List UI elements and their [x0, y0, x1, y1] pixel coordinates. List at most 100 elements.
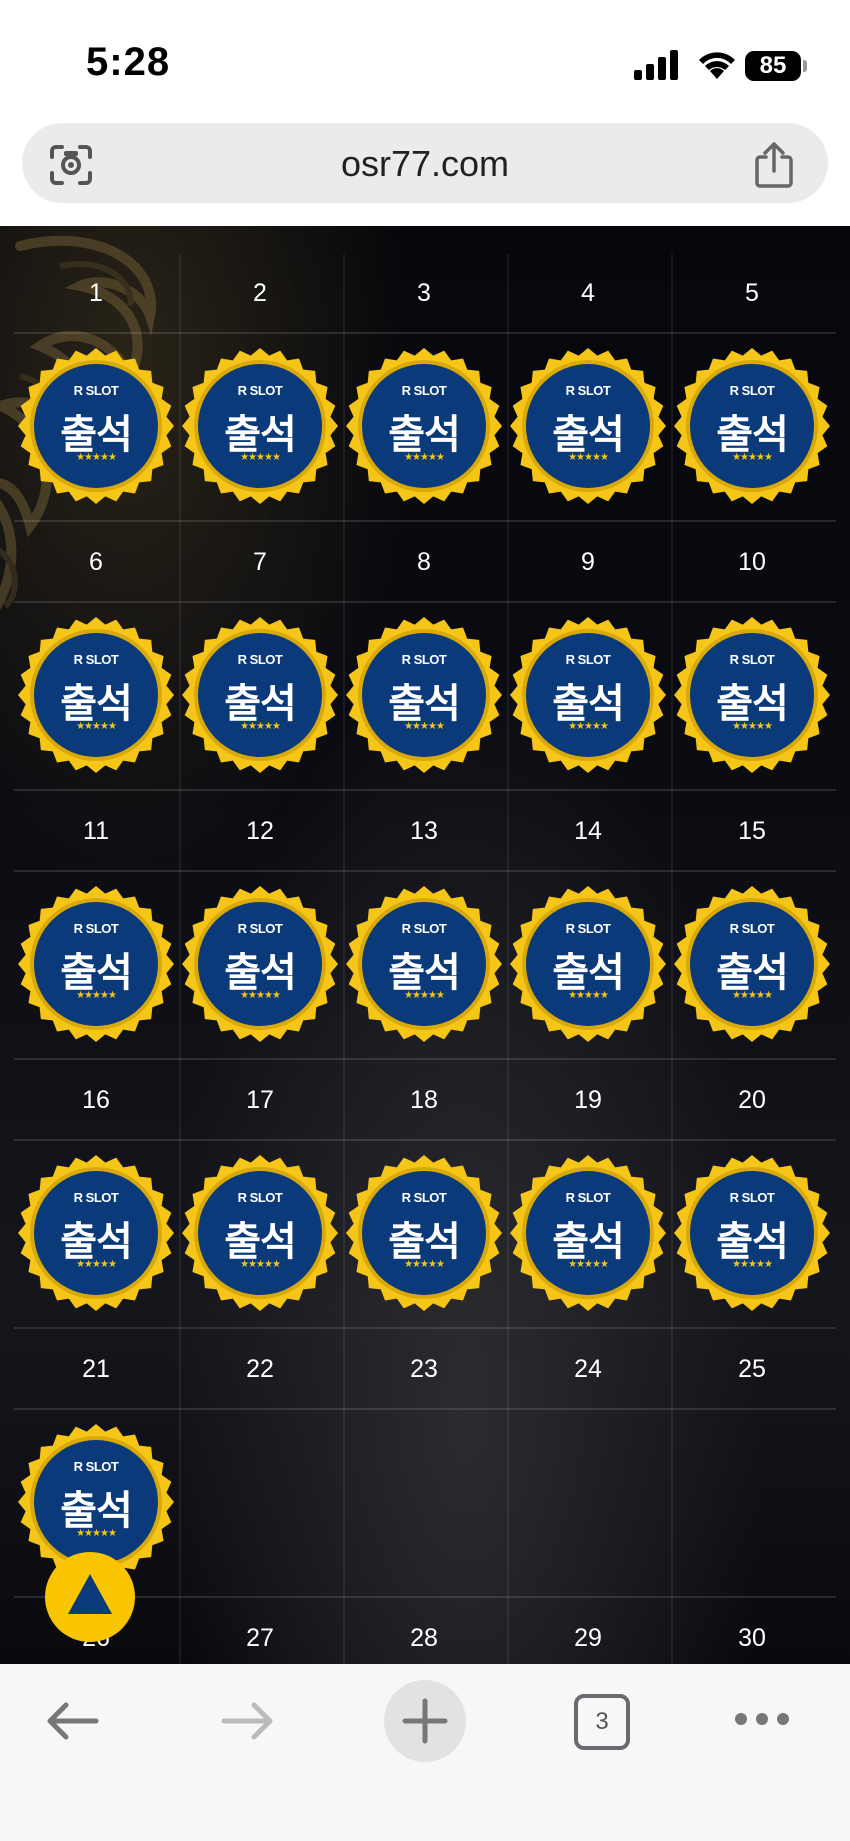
stamp-brand: R SLOT — [401, 383, 447, 398]
calendar-day-number: 28 — [410, 1624, 438, 1652]
stamp-brand: R SLOT — [73, 1190, 119, 1205]
calendar-week: 6 R SLOT 출석 ★★★★★ 7 R SLOT 출석 ★★★★★ 8 R SLOT 출석 ★★★… — [14, 523, 836, 792]
attendance-stamp: R SLOT 출석 ★★★★★ — [672, 615, 832, 775]
attendance-stamp: R SLOT 출석 ★★★★★ — [508, 615, 668, 775]
attendance-stamp: R SLOT 출석 ★★★★★ — [344, 615, 504, 775]
calendar-week: 1 R SLOT 출석 ★★★★★ 2 R SLOT 출석 ★★★★★ 3 R SLOT 출석 ★★★… — [14, 254, 836, 523]
stamp-stars: ★★★★★ — [76, 452, 117, 463]
calendar-day-number: 13 — [410, 817, 438, 845]
stamp-brand: R SLOT — [401, 652, 447, 667]
calendar-day-number: 11 — [83, 817, 109, 845]
attendance-stamp: R SLOT 출석 ★★★★★ — [180, 615, 340, 775]
calendar-day-number: 1 — [89, 279, 103, 307]
calendar-day-number: 19 — [574, 1086, 602, 1114]
stamp-brand: R SLOT — [729, 383, 775, 398]
stamp-brand: R SLOT — [237, 921, 283, 936]
calendar-week: 11 R SLOT 출석 ★★★★★ 12 R SLOT 출석 ★★★★★ 13 R SLOT 출석… — [14, 792, 836, 1061]
new-tab-button[interactable] — [384, 1680, 466, 1762]
calendar-day-number: 3 — [417, 279, 431, 307]
address-bar[interactable]: osr77.com — [22, 123, 828, 203]
calendar-day-number: 25 — [738, 1355, 766, 1383]
scroll-top-button[interactable] — [45, 1552, 135, 1642]
stamp-stars: ★★★★★ — [404, 721, 445, 732]
stamp-brand: R SLOT — [73, 383, 119, 398]
stamp-brand: R SLOT — [237, 1190, 283, 1205]
stamp-stars: ★★★★★ — [732, 452, 773, 463]
stamp-brand: R SLOT — [729, 1190, 775, 1205]
calendar-week: 2627282930 — [14, 1599, 836, 1664]
calendar-day-number: 18 — [410, 1086, 438, 1114]
stamp-stars: ★★★★★ — [732, 990, 773, 1001]
battery-indicator: 85 — [745, 51, 801, 81]
attendance-stamp: R SLOT 출석 ★★★★★ — [508, 1153, 668, 1313]
divider — [14, 789, 836, 791]
calendar-day-number: 15 — [738, 817, 766, 845]
calendar-day-number: 24 — [574, 1355, 602, 1383]
stamp-stars: ★★★★★ — [76, 721, 117, 732]
stamp-stars: ★★★★★ — [568, 990, 609, 1001]
more-icon[interactable] — [734, 1712, 790, 1726]
attendance-stamp: R SLOT 출석 ★★★★★ — [344, 884, 504, 1044]
stamp-stars: ★★★★★ — [732, 721, 773, 732]
browser-toolbar: 3 — [0, 1664, 850, 1841]
stamp-brand: R SLOT — [565, 383, 611, 398]
stamp-stars: ★★★★★ — [76, 990, 117, 1001]
back-arrow-icon[interactable] — [42, 1696, 102, 1746]
browser-address-area: osr77.com — [0, 120, 850, 226]
attendance-stamp: R SLOT 출석 ★★★★★ — [16, 615, 176, 775]
calendar-day-number: 23 — [410, 1355, 438, 1383]
attendance-stamp: R SLOT 출석 ★★★★★ — [344, 1153, 504, 1313]
attendance-stamp: R SLOT 출석 ★★★★★ — [180, 346, 340, 506]
calendar-day-number: 20 — [738, 1086, 766, 1114]
calendar-day-number: 21 — [82, 1355, 110, 1383]
calendar-day-number: 30 — [738, 1624, 766, 1652]
stamp-stars: ★★★★★ — [568, 1259, 609, 1270]
calendar-day-number: 29 — [574, 1624, 602, 1652]
web-content: 1 R SLOT 출석 ★★★★★ 2 R SLOT 출석 ★★★★★ 3 R SLOT 출석 ★★★… — [0, 226, 850, 1664]
divider — [14, 1139, 836, 1141]
divider — [14, 601, 836, 603]
attendance-stamp: R SLOT 출석 ★★★★★ — [672, 1153, 832, 1313]
stamp-brand: R SLOT — [565, 1190, 611, 1205]
stamp-brand: R SLOT — [73, 921, 119, 936]
attendance-stamp: R SLOT 출석 ★★★★★ — [16, 884, 176, 1044]
stamp-stars: ★★★★★ — [404, 1259, 445, 1270]
stamp-brand: R SLOT — [729, 652, 775, 667]
divider — [14, 1596, 836, 1598]
attendance-stamp: R SLOT 출석 ★★★★★ — [508, 346, 668, 506]
stamp-brand: R SLOT — [73, 1459, 119, 1474]
status-time: 5:28 — [86, 40, 171, 84]
battery-cap — [803, 60, 807, 72]
attendance-calendar: 1 R SLOT 출석 ★★★★★ 2 R SLOT 출석 ★★★★★ 3 R SLOT 출석 ★★★… — [14, 254, 836, 1664]
stamp-brand: R SLOT — [73, 652, 119, 667]
calendar-day-number: 16 — [82, 1086, 110, 1114]
status-bar: 5:28 85 — [0, 0, 850, 120]
calendar-day-number: 10 — [738, 548, 766, 576]
share-icon[interactable] — [752, 141, 796, 189]
calendar-day-number: 2 — [253, 279, 267, 307]
attendance-stamp: R SLOT 출석 ★★★★★ — [16, 346, 176, 506]
attendance-stamp: R SLOT 출석 ★★★★★ — [180, 1153, 340, 1313]
divider — [14, 520, 836, 522]
calendar-day-number: 9 — [581, 548, 595, 576]
attendance-stamp: R SLOT 출석 ★★★★★ — [16, 1153, 176, 1313]
stamp-stars: ★★★★★ — [76, 1259, 117, 1270]
calendar-day-number: 6 — [89, 548, 103, 576]
url-text[interactable]: osr77.com — [22, 143, 828, 185]
stamp-brand: R SLOT — [401, 1190, 447, 1205]
divider — [14, 1327, 836, 1329]
attendance-stamp: R SLOT 출석 ★★★★★ — [180, 884, 340, 1044]
forward-arrow-icon[interactable] — [218, 1696, 278, 1746]
stamp-brand: R SLOT — [237, 383, 283, 398]
stamp-stars: ★★★★★ — [240, 1259, 281, 1270]
calendar-day-number: 12 — [246, 817, 274, 845]
stamp-stars: ★★★★★ — [732, 1259, 773, 1270]
calendar-day-number: 14 — [574, 817, 602, 845]
tabs-button[interactable]: 3 — [574, 1694, 630, 1750]
calendar-day-number: 5 — [745, 279, 759, 307]
divider — [14, 1058, 836, 1060]
stamp-stars: ★★★★★ — [568, 452, 609, 463]
calendar-day-number: 7 — [253, 548, 267, 576]
stamp-stars: ★★★★★ — [240, 721, 281, 732]
divider — [14, 1408, 836, 1410]
